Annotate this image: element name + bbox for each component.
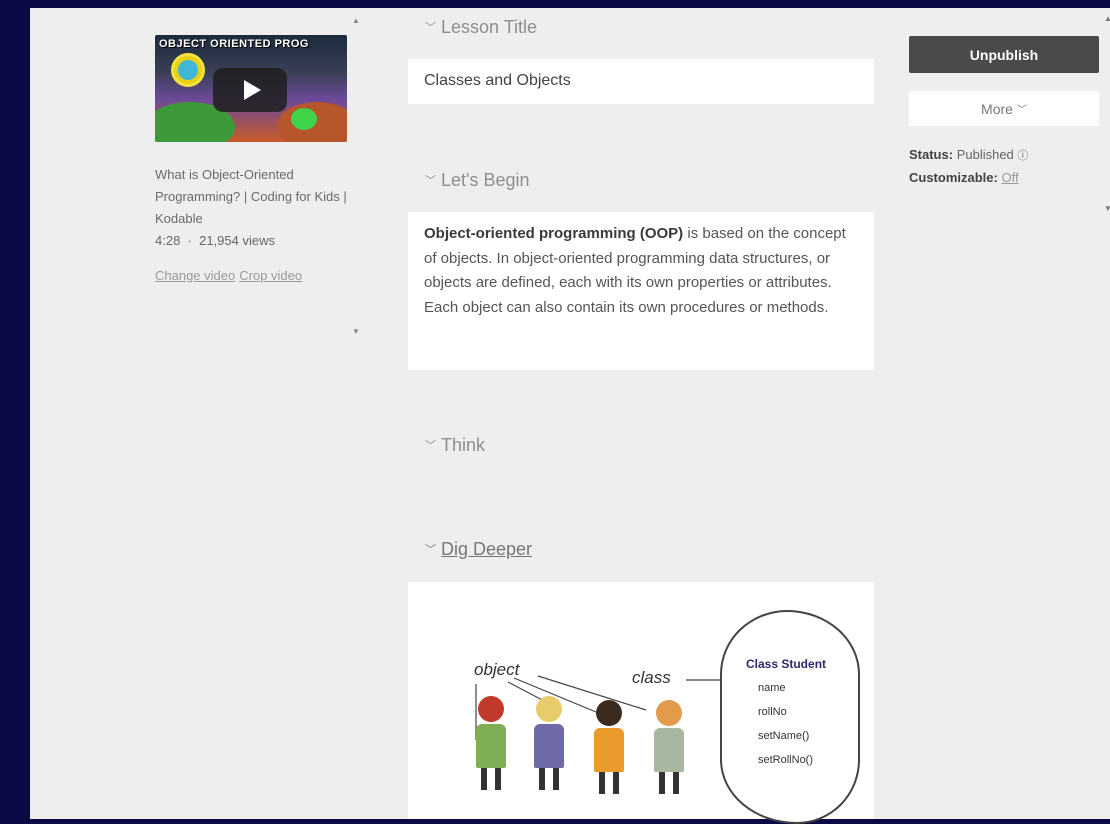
thumbnail-title: OBJECT ORIENTED PROG (159, 38, 309, 50)
video-title: What is Object-Oriented Programming? | C… (155, 167, 347, 226)
editor-window: OBJECT ORIENTED PROG What is Object-Orie… (30, 8, 1110, 824)
scroll-up-icon[interactable]: ▲ (352, 16, 360, 25)
class-member: setName() (758, 730, 810, 742)
status-label: Status: (909, 147, 954, 162)
video-links: Change video Crop video (155, 268, 355, 283)
play-icon[interactable] (213, 68, 287, 112)
status-row: Status: Published ⓘ (909, 144, 1028, 167)
section-header-dig-deeper[interactable]: ﹀ Dig Deeper (425, 539, 532, 560)
chevron-down-icon: ﹀ (1016, 105, 1027, 116)
help-icon[interactable]: ⓘ (1017, 150, 1028, 162)
paragraph-text: Each object can also contain its own pro… (424, 298, 829, 316)
chevron-down-icon: ﹀ (425, 544, 436, 556)
scroll-down-icon[interactable]: ▼ (352, 327, 360, 336)
customizable-label: Customizable: (909, 170, 998, 185)
section-header-lesson-title[interactable]: ﹀ Lesson Title (425, 17, 537, 38)
lesson-title-field[interactable]: Classes and Objects (408, 59, 874, 104)
more-dropdown[interactable]: More ﹀ (909, 91, 1099, 126)
customizable-toggle[interactable]: Off (1001, 170, 1018, 185)
student-figure (476, 696, 506, 790)
channel-logo (171, 53, 205, 87)
lets-begin-editor[interactable]: Object-oriented programming (OOP) is bas… (408, 212, 874, 370)
section-header-label: Dig Deeper (441, 539, 533, 559)
scroll-down-icon[interactable]: ▼ (1104, 204, 1110, 213)
section-header-lets-begin[interactable]: ﹀ Let's Begin (425, 170, 530, 191)
student-figure (534, 696, 564, 790)
lesson-title-value: Classes and Objects (424, 72, 571, 89)
video-panel: OBJECT ORIENTED PROG What is Object-Orie… (155, 35, 355, 283)
lets-begin-text: Object-oriented programming (OOP) is bas… (408, 212, 874, 320)
student-figure (594, 700, 624, 794)
class-title: Class Student (746, 657, 827, 671)
more-label: More (981, 100, 1013, 117)
class-member: setRollNo() (758, 754, 814, 766)
section-header-label: Lesson Title (441, 17, 538, 37)
chevron-down-icon: ﹀ (425, 440, 436, 452)
section-header-label: Think (441, 435, 486, 455)
scroll-up-icon[interactable]: ▲ (1104, 14, 1110, 23)
class-student-box: Class Student name rollNo setName() setR… (720, 610, 860, 824)
change-video-link[interactable]: Change video (155, 268, 235, 283)
oop-term: Object-oriented programming (OOP) (424, 225, 684, 242)
video-thumbnail[interactable]: OBJECT ORIENTED PROG (155, 35, 347, 142)
section-header-label: Let's Begin (441, 170, 530, 190)
section-header-think[interactable]: ﹀ Think (425, 435, 485, 456)
thumbnail-art (291, 108, 317, 130)
dig-deeper-content[interactable]: object class Class Student name rollNo s… (408, 582, 874, 824)
chevron-down-icon: ﹀ (425, 175, 436, 187)
unpublish-button[interactable]: Unpublish (909, 36, 1099, 73)
video-duration: 4:28 (155, 233, 181, 248)
student-figure (654, 700, 684, 794)
class-member: name (758, 682, 786, 694)
customizable-row: Customizable: Off (909, 167, 1028, 189)
class-object-diagram: object class Class Student name rollNo s… (468, 610, 868, 824)
status-value: Published (956, 147, 1014, 162)
class-member: rollNo (758, 706, 787, 718)
chevron-down-icon: ﹀ (425, 22, 436, 34)
crop-video-link[interactable]: Crop video (239, 268, 302, 283)
video-meta: 4:28 · 21,954 views (155, 233, 275, 248)
video-views: 21,954 views (199, 233, 275, 248)
left-scrollbar[interactable]: ▲ ▼ (352, 16, 362, 336)
status-panel: Status: Published ⓘ Customizable: Off (909, 144, 1028, 189)
